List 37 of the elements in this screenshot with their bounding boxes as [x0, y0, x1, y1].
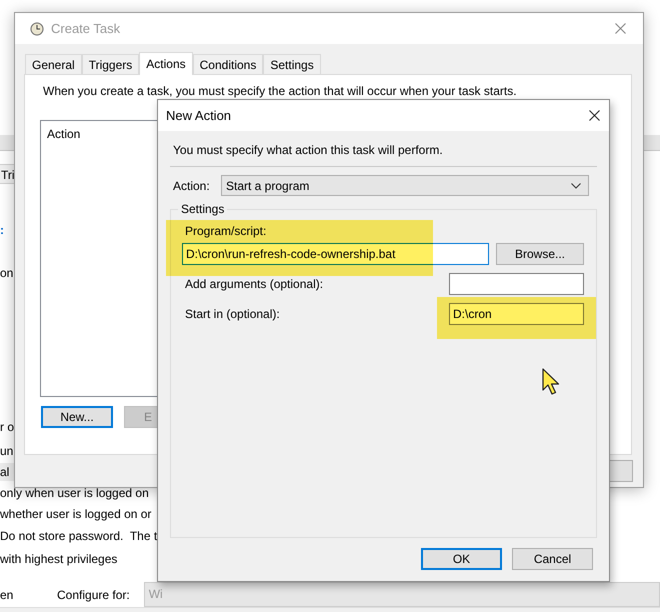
clock-icon	[30, 22, 44, 36]
option-label: un	[0, 443, 14, 460]
option-label: Do not store password. The t	[0, 528, 158, 545]
option-label: r o	[0, 419, 14, 436]
close-icon[interactable]	[588, 110, 600, 121]
field-label: Program/script:	[185, 224, 268, 238]
browse-button[interactable]: Browse...	[496, 243, 584, 265]
tab[interactable]: Triggers	[82, 54, 140, 74]
cancel-button[interactable]: Cancel	[512, 548, 593, 570]
input-field[interactable]: D:\cron	[449, 303, 584, 325]
field-label: Start in (optional):	[185, 307, 280, 321]
cursor-icon	[542, 368, 562, 396]
tab[interactable]: Conditions	[192, 54, 264, 74]
action-dropdown[interactable]: Start a program	[221, 175, 589, 196]
link-text[interactable]: :	[0, 221, 4, 239]
group-label: Settings	[180, 202, 226, 216]
option-label: on	[0, 265, 14, 282]
column-header: Action	[47, 127, 82, 141]
input-field[interactable]	[449, 273, 584, 295]
tab[interactable]: Actions	[139, 52, 193, 75]
instruction-text: When you create a task, you must specify the action that will occur when your task starts.	[43, 84, 518, 98]
instruction-text: You must specify what action this task will perform.	[173, 143, 444, 157]
input-field[interactable]: D:\cron\run-refresh-code-ownership.bat	[182, 243, 489, 265]
window-title: New Action	[166, 108, 232, 123]
action-label: Action:	[173, 178, 211, 192]
option-label: only when user is logged on	[0, 485, 149, 502]
option-label: en	[0, 588, 14, 602]
option-label: with highest privileges	[0, 551, 118, 568]
ok-button[interactable]: OK	[421, 548, 502, 570]
tab[interactable]: Settings	[263, 54, 321, 74]
field-label: Add arguments (optional):	[185, 277, 324, 291]
configure-label: Configure for:	[57, 588, 130, 602]
option-label: whether user is logged on or	[0, 506, 152, 523]
new-button[interactable]: New...	[41, 406, 113, 428]
tab[interactable]: General	[25, 54, 82, 74]
window-title: Create Task	[51, 21, 120, 36]
chevron-down-icon	[571, 182, 581, 188]
